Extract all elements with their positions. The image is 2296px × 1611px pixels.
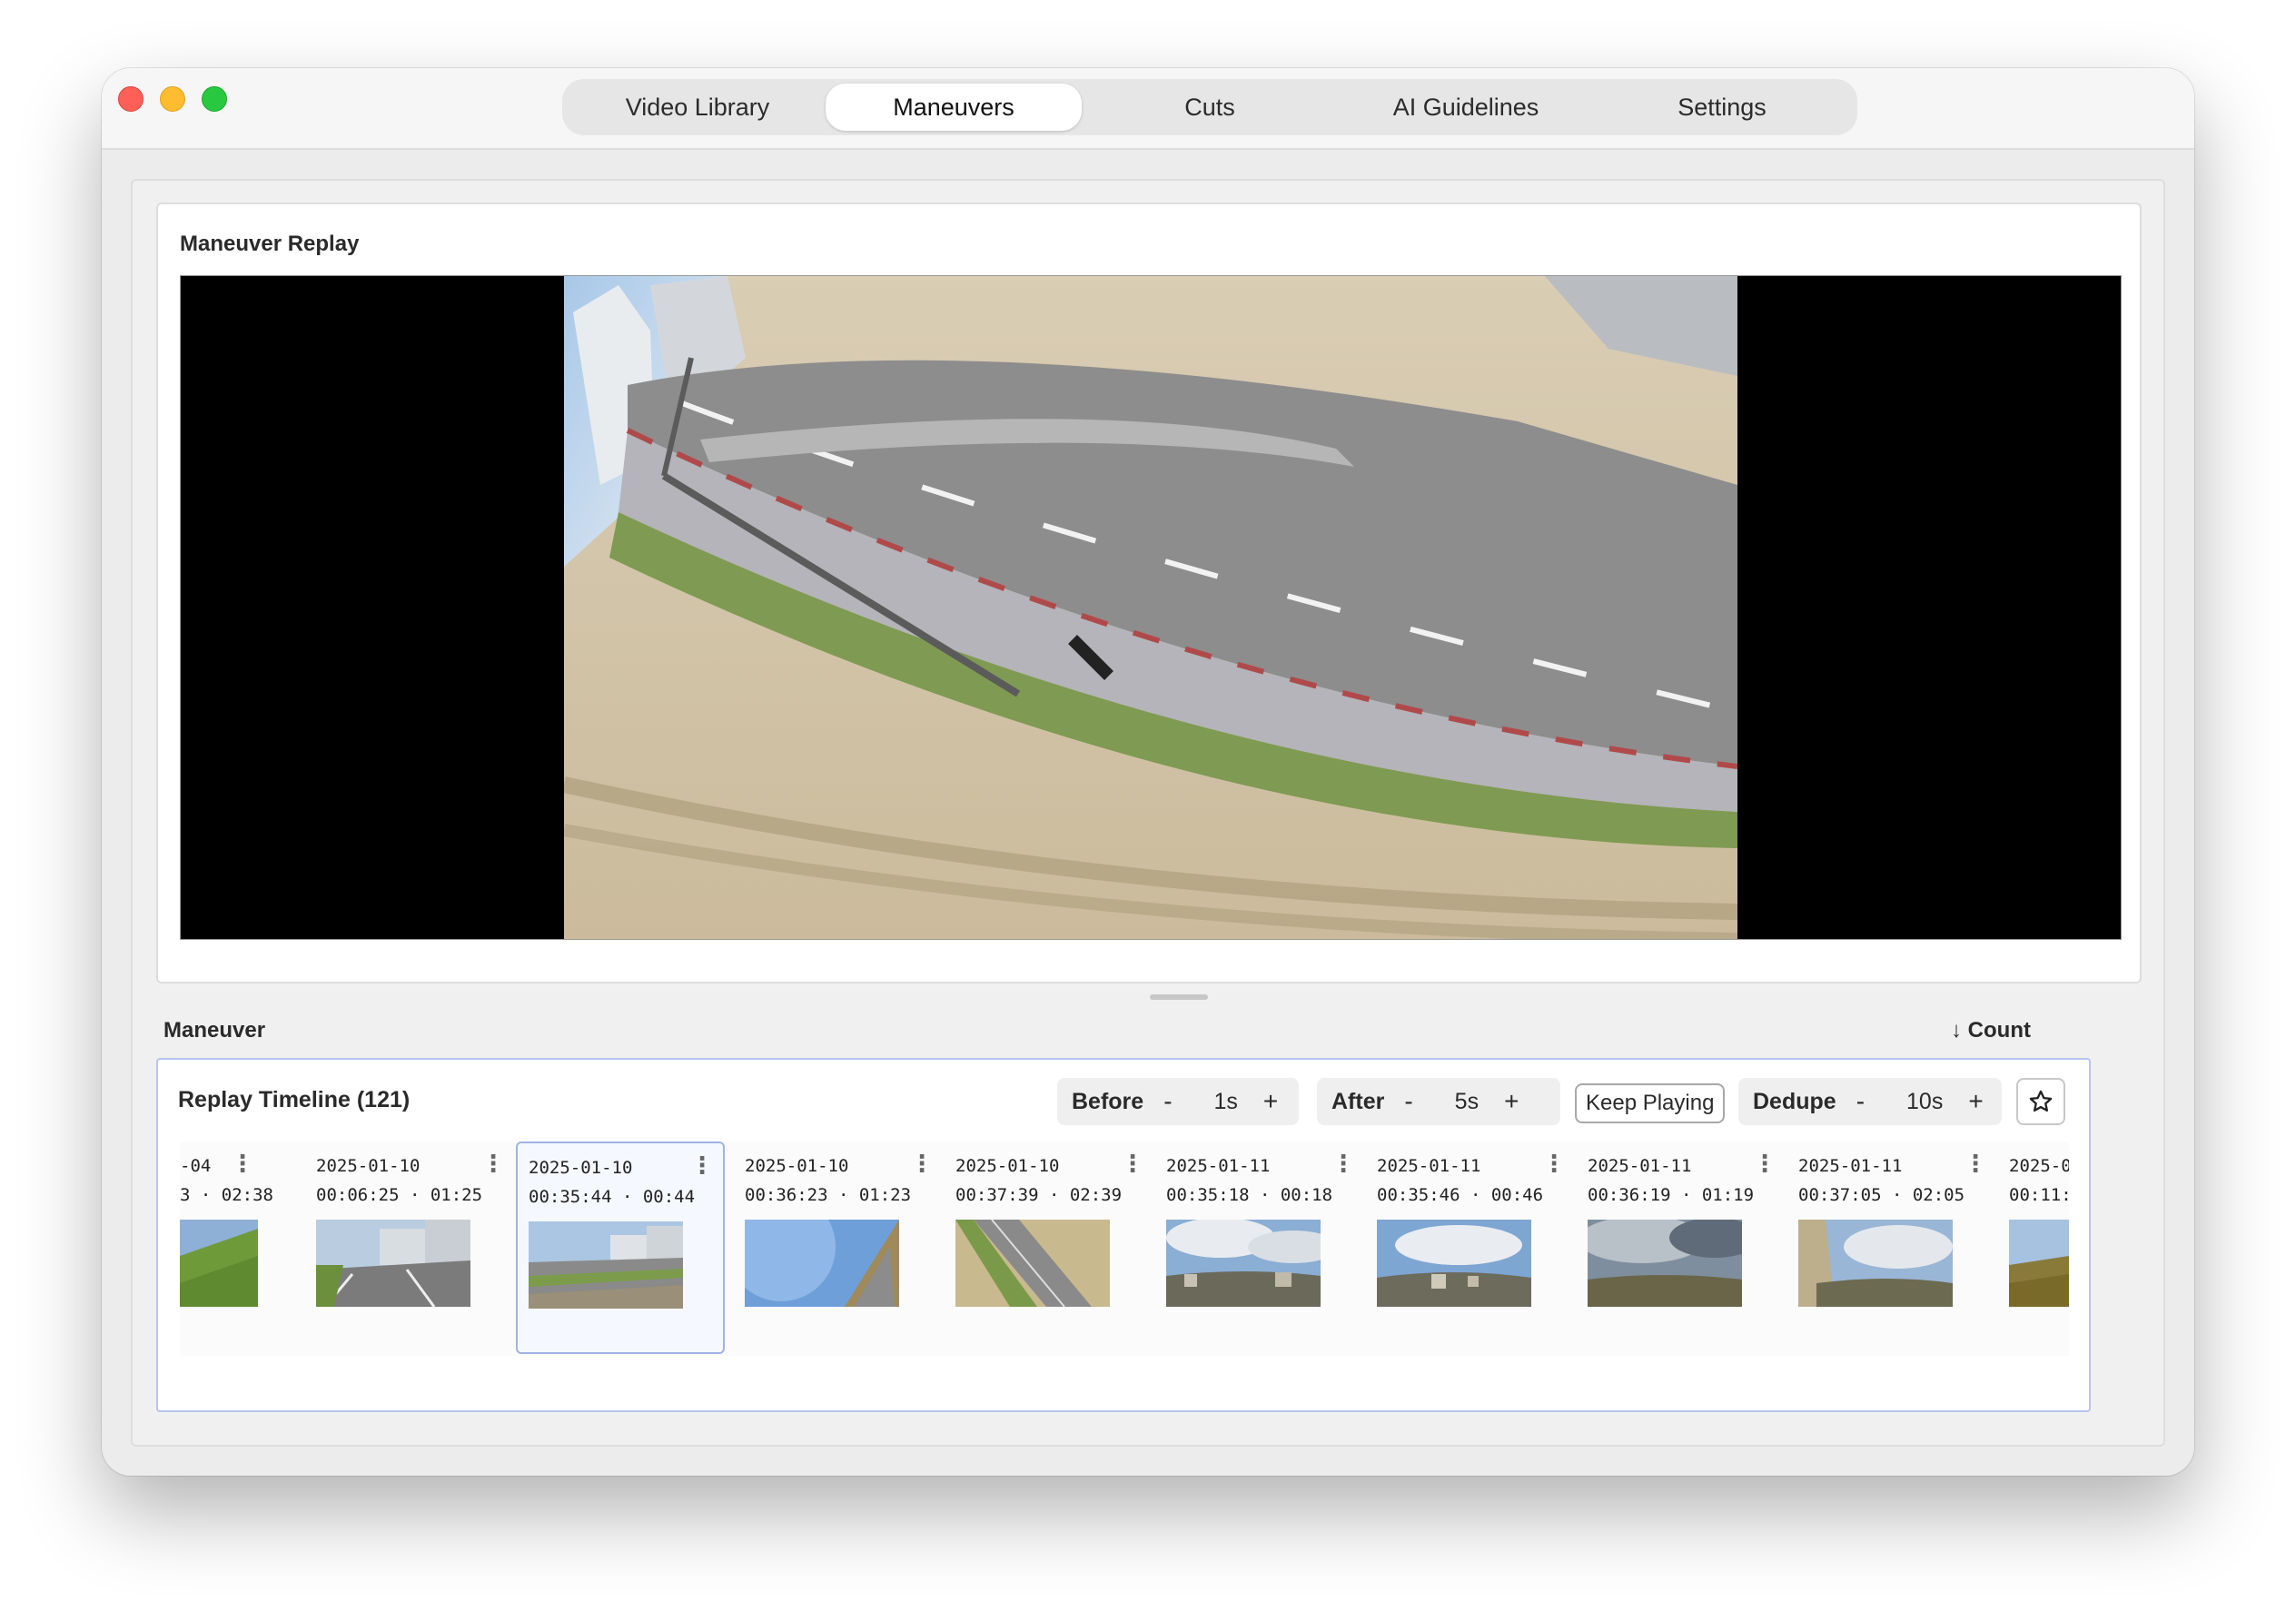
before-label: Before [1072,1088,1144,1114]
count-column-header[interactable]: ↓ Count [1951,1018,2031,1043]
timeline-title: Replay Timeline (121) [178,1087,411,1112]
before-value: 1s [1213,1088,1238,1114]
minimize-window-button[interactable] [160,86,185,112]
timeline-clip[interactable]: 2025-01-11 00:37:05 · 02:05 ⋮ [1787,1142,1996,1354]
maneuver-column-header[interactable]: Maneuver [163,1018,265,1043]
clip-date: 2025-01-11 [1166,1156,1271,1176]
tab-maneuvers[interactable]: Maneuvers [826,84,1082,131]
more-options-icon[interactable]: ⋮ [1542,1151,1566,1178]
timeline-clip[interactable]: 2025-01-10 00:36:23 · 01:23 ⋮ [734,1142,943,1354]
zoom-window-button[interactable] [202,86,227,112]
timeline-clip[interactable]: 2025-01-11 00:35:18 · 00:18 ⋮ [1155,1142,1364,1354]
timeline-clip-selected[interactable]: 2025-01-10 00:35:44 · 00:44 ⋮ [516,1142,725,1354]
clip-thumbnail [316,1220,470,1307]
tab-settings[interactable]: Settings [1594,84,1850,131]
dedupe-decrement-button[interactable]: - [1856,1087,1865,1116]
timeline-clip[interactable]: -04 3 · 02:38 ⋮ [180,1142,273,1354]
clip-date: 2025-01 [2009,1156,2069,1176]
title-bar: Video Library Maneuvers Cuts AI Guidelin… [102,68,2194,150]
clip-time: 00:36:19 · 01:19 [1588,1185,1755,1205]
more-options-icon[interactable]: ⋮ [1331,1151,1355,1178]
star-icon [2029,1090,2053,1112]
timeline-clip[interactable]: 2025-01-11 00:35:46 · 00:46 ⋮ [1366,1142,1575,1354]
clip-time: 00:35:44 · 00:44 [529,1187,696,1207]
clip-date: 2025-01-10 [745,1156,849,1176]
main-tab-bar: Video Library Maneuvers Cuts AI Guidelin… [562,79,1857,135]
more-options-icon[interactable]: ⋮ [1964,1151,1987,1178]
more-options-icon[interactable]: ⋮ [231,1151,254,1178]
clip-time: 00:36:23 · 01:23 [745,1185,912,1205]
dedupe-increment-button[interactable]: + [1968,1087,1983,1116]
replay-title: Maneuver Replay [180,232,360,256]
clip-time: 00:11:1 [2009,1185,2069,1205]
clip-date: 2025-01-10 [316,1156,421,1176]
clip-thumbnail [180,1220,258,1307]
clip-thumbnail [2009,1220,2069,1307]
clip-time: 00:35:18 · 00:18 [1166,1185,1333,1205]
after-control: After - 5s + [1317,1078,1560,1125]
clip-thumbnail [1377,1220,1531,1307]
maneuvers-content: Maneuver Replay Maneuver ↓ Count Replay … [131,179,2165,1447]
more-options-icon[interactable]: ⋮ [910,1151,934,1178]
clip-date: 2025-01-10 [529,1158,633,1178]
clip-date: 2025-01-11 [1377,1156,1481,1176]
clip-time: 00:35:46 · 00:46 [1377,1185,1544,1205]
app-window: Video Library Maneuvers Cuts AI Guidelin… [102,68,2194,1476]
timeline-clip-strip[interactable]: -04 3 · 02:38 ⋮ 2025-01-10 00:06:25 · 01… [180,1142,2069,1356]
clip-time: 3 · 02:38 [180,1185,273,1205]
replay-timeline-panel: Replay Timeline (121) Before - 1s + Afte… [156,1058,2091,1412]
dedupe-control: Dedupe - 10s + [1738,1078,2002,1125]
clip-thumbnail [1798,1220,1953,1307]
tab-ai-guidelines[interactable]: AI Guidelines [1338,84,1594,131]
clip-thumbnail [745,1220,899,1307]
close-window-button[interactable] [118,86,144,112]
after-label: After [1331,1088,1385,1114]
clip-date: -04 [180,1156,212,1176]
more-options-icon[interactable]: ⋮ [481,1151,505,1178]
before-decrement-button[interactable]: - [1163,1087,1172,1116]
more-options-icon[interactable]: ⋮ [1753,1151,1776,1178]
before-increment-button[interactable]: + [1263,1087,1278,1116]
clip-date: 2025-01-11 [1588,1156,1692,1176]
dedupe-label: Dedupe [1753,1088,1836,1114]
after-value: 5s [1454,1088,1480,1114]
clip-time: 00:37:05 · 02:05 [1798,1185,1965,1205]
split-resize-handle[interactable] [1150,994,1208,1000]
clip-thumbnail [1588,1220,1742,1307]
clip-date: 2025-01-10 [955,1156,1060,1176]
clip-time: 00:37:39 · 02:39 [955,1185,1123,1205]
clip-date: 2025-01-11 [1798,1156,1903,1176]
tab-cuts[interactable]: Cuts [1082,84,1338,131]
clip-thumbnail [529,1221,683,1309]
maneuver-replay-panel: Maneuver Replay [156,203,2142,983]
timeline-clip[interactable]: 2025-01-10 00:06:25 · 01:25 ⋮ [305,1142,514,1354]
dedupe-value: 10s [1906,1088,1944,1114]
clip-thumbnail [955,1220,1110,1307]
timeline-clip[interactable]: 2025-01 00:11:1 [1998,1142,2069,1354]
clip-thumbnail [1166,1220,1321,1307]
before-control: Before - 1s + [1057,1078,1299,1125]
after-increment-button[interactable]: + [1504,1087,1519,1116]
after-decrement-button[interactable]: - [1404,1087,1412,1116]
more-options-icon[interactable]: ⋮ [690,1152,714,1180]
more-options-icon[interactable]: ⋮ [1121,1151,1144,1178]
timeline-clip[interactable]: 2025-01-11 00:36:19 · 01:19 ⋮ [1577,1142,1786,1354]
keep-playing-toggle[interactable]: Keep Playing [1575,1083,1726,1123]
timeline-clip[interactable]: 2025-01-10 00:37:39 · 02:39 ⋮ [945,1142,1153,1354]
video-frame-image [564,276,1737,939]
video-player[interactable] [180,275,2122,940]
favorite-button[interactable] [2016,1078,2065,1125]
clip-time: 00:06:25 · 01:25 [316,1185,483,1205]
tab-video-library[interactable]: Video Library [569,84,826,131]
